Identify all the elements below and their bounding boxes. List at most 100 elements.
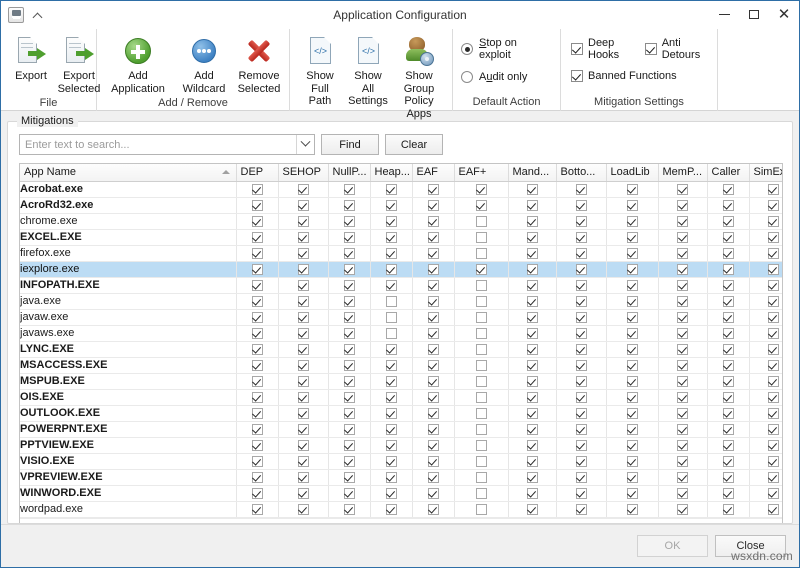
checkbox-checked-icon[interactable] — [768, 376, 779, 387]
cell-checkbox[interactable] — [707, 389, 749, 405]
checkbox-checked-icon[interactable] — [677, 200, 688, 211]
checkbox-checked-icon[interactable] — [677, 504, 688, 515]
cell-checkbox[interactable] — [412, 229, 454, 245]
checkbox-checked-icon[interactable] — [386, 232, 397, 243]
checkbox-checked-icon[interactable] — [677, 488, 688, 499]
column-header-simexecflow[interactable]: SimEx... — [749, 164, 783, 181]
cell-checkbox[interactable] — [707, 453, 749, 469]
cell-checkbox[interactable] — [606, 309, 658, 325]
table-row[interactable]: MSPUB.EXE — [20, 373, 783, 389]
checkbox-checked-icon[interactable] — [723, 200, 734, 211]
cell-checkbox[interactable] — [412, 389, 454, 405]
cell-checkbox[interactable] — [707, 229, 749, 245]
checkbox-unchecked-icon[interactable] — [476, 248, 487, 259]
cell-checkbox[interactable] — [278, 197, 328, 213]
checkbox-unchecked-icon[interactable] — [476, 424, 487, 435]
checkbox-checked-icon[interactable] — [252, 312, 263, 323]
checkbox-checked-icon[interactable] — [768, 392, 779, 403]
column-header-loadlib[interactable]: LoadLib — [606, 164, 658, 181]
column-header-eaf[interactable]: EAF — [412, 164, 454, 181]
checkbox-checked-icon[interactable] — [298, 280, 309, 291]
cell-checkbox[interactable] — [412, 501, 454, 517]
checkbox-checked-icon[interactable] — [627, 200, 638, 211]
table-row[interactable]: VISIO.EXE — [20, 453, 783, 469]
table-row[interactable]: WINWORD.EXE — [20, 485, 783, 501]
checkbox-checked-icon[interactable] — [298, 312, 309, 323]
cell-checkbox[interactable] — [749, 245, 783, 261]
cell-checkbox[interactable] — [508, 277, 556, 293]
checkbox-checked-icon[interactable] — [627, 232, 638, 243]
checkbox-checked-icon[interactable] — [344, 184, 355, 195]
cell-checkbox[interactable] — [508, 469, 556, 485]
checkbox-checked-icon[interactable] — [386, 216, 397, 227]
checkbox-checked-icon[interactable] — [576, 216, 587, 227]
checkbox-checked-icon[interactable] — [768, 232, 779, 243]
cell-checkbox[interactable] — [278, 277, 328, 293]
cell-checkbox[interactable] — [508, 357, 556, 373]
checkbox-checked-icon[interactable] — [252, 472, 263, 483]
cell-checkbox[interactable] — [606, 341, 658, 357]
cell-checkbox[interactable] — [606, 453, 658, 469]
cell-checkbox[interactable] — [236, 245, 278, 261]
cell-checkbox[interactable] — [412, 213, 454, 229]
cell-checkbox[interactable] — [749, 229, 783, 245]
cell-checkbox[interactable] — [707, 469, 749, 485]
checkbox-checked-icon[interactable] — [386, 200, 397, 211]
cell-checkbox[interactable] — [370, 277, 412, 293]
checkbox-checked-icon[interactable] — [768, 344, 779, 355]
checkbox-checked-icon[interactable] — [344, 200, 355, 211]
cell-checkbox[interactable] — [370, 261, 412, 277]
cell-checkbox[interactable] — [412, 197, 454, 213]
checkbox-checked-icon[interactable] — [252, 264, 263, 275]
cell-checkbox[interactable] — [370, 501, 412, 517]
cell-checkbox[interactable] — [606, 421, 658, 437]
checkbox-checked-icon[interactable] — [344, 392, 355, 403]
checkbox-checked-icon[interactable] — [723, 344, 734, 355]
checkbox-checked-icon[interactable] — [527, 248, 538, 259]
cell-checkbox[interactable] — [278, 213, 328, 229]
cell-checkbox[interactable] — [454, 293, 508, 309]
cell-checkbox[interactable] — [328, 293, 370, 309]
cell-checkbox[interactable] — [236, 293, 278, 309]
cell-checkbox[interactable] — [658, 421, 707, 437]
checkbox-checked-icon[interactable] — [627, 488, 638, 499]
checkbox-checked-icon[interactable] — [386, 344, 397, 355]
checkbox-checked-icon[interactable] — [768, 264, 779, 275]
cell-checkbox[interactable] — [707, 373, 749, 389]
cell-checkbox[interactable] — [412, 325, 454, 341]
checkbox-checked-icon[interactable] — [677, 344, 688, 355]
close-button[interactable]: ✕ — [769, 1, 799, 29]
checkbox-checked-icon[interactable] — [627, 392, 638, 403]
cell-checkbox[interactable] — [454, 357, 508, 373]
checkbox-checked-icon[interactable] — [476, 184, 487, 195]
cell-checkbox[interactable] — [412, 293, 454, 309]
checkbox-checked-icon[interactable] — [428, 248, 439, 259]
cell-checkbox[interactable] — [556, 389, 606, 405]
checkbox-checked-icon[interactable] — [527, 328, 538, 339]
cell-checkbox[interactable] — [278, 229, 328, 245]
cell-checkbox[interactable] — [236, 277, 278, 293]
checkbox-checked-icon[interactable] — [723, 248, 734, 259]
checkbox-unchecked-icon[interactable] — [386, 328, 397, 339]
search-input[interactable] — [20, 135, 296, 154]
checkbox-checked-icon[interactable] — [576, 312, 587, 323]
cell-checkbox[interactable] — [278, 325, 328, 341]
cell-checkbox[interactable] — [236, 453, 278, 469]
checkbox-checked-icon[interactable] — [576, 472, 587, 483]
checkbox-checked-icon[interactable] — [627, 280, 638, 291]
cell-checkbox[interactable] — [707, 325, 749, 341]
checkbox-checked-icon[interactable] — [527, 232, 538, 243]
checkbox-checked-icon[interactable] — [344, 248, 355, 259]
checkbox-checked-icon[interactable] — [344, 472, 355, 483]
remove-selected-button[interactable]: Remove Selected — [235, 33, 283, 97]
cell-checkbox[interactable] — [556, 181, 606, 197]
checkbox-checked-icon[interactable] — [627, 312, 638, 323]
cell-checkbox[interactable] — [236, 261, 278, 277]
checkbox-checked-icon[interactable] — [527, 280, 538, 291]
checkbox-checked-icon[interactable] — [527, 360, 538, 371]
cell-checkbox[interactable] — [236, 469, 278, 485]
cell-checkbox[interactable] — [454, 325, 508, 341]
checkbox-checked-icon[interactable] — [344, 456, 355, 467]
checkbox-checked-icon[interactable] — [677, 424, 688, 435]
cell-checkbox[interactable] — [454, 341, 508, 357]
